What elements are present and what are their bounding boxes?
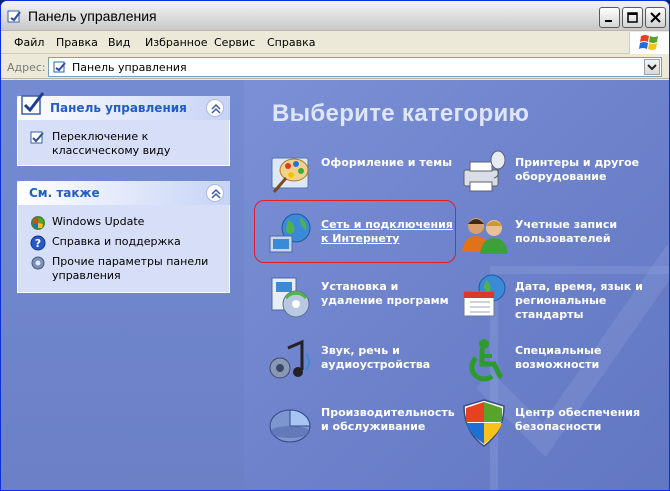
see-also-box-title: См. также <box>29 186 100 200</box>
category-appearance[interactable]: Оформление и темы <box>266 148 466 200</box>
control-panel-icon <box>7 10 21 23</box>
category-sound[interactable]: Звук, речь и аудиоустройства <box>266 336 466 388</box>
category-printers-label: Принтеры и другое оборудование <box>515 156 640 183</box>
menu-view[interactable]: Вид <box>108 36 130 49</box>
address-value: Панель управления <box>72 61 187 74</box>
category-accessibility[interactable]: Специальные возможности <box>460 336 660 388</box>
windows-update-label: Windows Update <box>52 215 145 228</box>
window: Панель управления Файл Правка Вид Избран… <box>0 0 670 491</box>
control-panel-icon <box>21 92 45 115</box>
help-support-link[interactable]: ? Справка и поддержка <box>30 235 219 251</box>
category-sound-label: Звук, речь и аудиоустройства <box>321 344 431 371</box>
chevron-up-icon <box>211 188 221 199</box>
collapse-button[interactable] <box>206 99 224 117</box>
category-printers[interactable]: Принтеры и другое оборудование <box>460 148 660 200</box>
minimize-button[interactable] <box>599 7 620 28</box>
title-bar[interactable]: Панель управления <box>1 1 669 31</box>
address-label: Адрес: <box>7 61 46 74</box>
address-field[interactable]: Панель управления <box>48 57 662 77</box>
windows-flag-icon <box>639 35 658 50</box>
window-title: Панель управления <box>28 8 157 24</box>
performance-icon <box>269 409 311 443</box>
collapse-button[interactable] <box>206 184 224 202</box>
see-also-box: См. также Windows Update ? Справка и под… <box>17 181 230 293</box>
category-security-center-label: Центр обеспечения безопасности <box>515 406 641 433</box>
chevron-up-icon <box>211 103 221 114</box>
windows-update-icon <box>31 216 45 230</box>
menu-favorites[interactable]: Избранное <box>145 36 207 49</box>
appearance-icon <box>271 157 309 193</box>
help-support-label: Справка и поддержка <box>52 235 181 248</box>
category-performance-label: Производительность и обслуживание <box>321 406 455 433</box>
category-accessibility-label: Специальные возможности <box>515 344 602 371</box>
category-appearance-label: Оформление и темы <box>321 156 453 169</box>
address-bar: Адрес: Панель управления <box>1 55 669 79</box>
windows-update-link[interactable]: Windows Update <box>30 215 219 230</box>
category-date-time[interactable]: Дата, время, язык и региональные стандар… <box>460 272 660 324</box>
gear-icon <box>31 256 45 270</box>
control-panel-box-body: Переключение к классическому виду <box>17 120 230 166</box>
accessibility-icon <box>469 339 503 382</box>
category-view: Выберите категорию Оформление и темы Сет… <box>244 80 669 490</box>
sound-icon <box>269 339 310 379</box>
users-icon <box>462 218 508 254</box>
maximize-button[interactable] <box>622 7 643 28</box>
security-shield-icon <box>463 399 505 447</box>
menu-edit[interactable]: Правка <box>56 36 98 49</box>
see-also-box-body: Windows Update ? Справка и поддержка Про… <box>17 205 230 293</box>
close-button[interactable] <box>645 7 666 28</box>
switch-classic-view-label: Переключение к классическому виду <box>52 130 171 157</box>
menu-file[interactable]: Файл <box>14 36 44 49</box>
category-performance[interactable]: Производительность и обслуживание <box>266 398 466 450</box>
address-dropdown-button[interactable] <box>644 59 660 75</box>
category-add-remove-label: Установка и удаление программ <box>321 280 449 307</box>
category-date-time-label: Дата, время, язык и региональные стандар… <box>515 280 643 321</box>
menu-tools[interactable]: Сервис <box>214 36 255 49</box>
task-pane: Панель управления Переключение к классич… <box>1 80 244 490</box>
category-add-remove[interactable]: Установка и удаление программ <box>266 272 466 324</box>
control-panel-icon <box>53 61 66 73</box>
date-time-icon <box>463 274 506 317</box>
category-network[interactable]: Сеть и подключения к Интернету <box>266 210 466 262</box>
minimize-icon <box>605 20 612 22</box>
control-panel-box: Панель управления Переключение к классич… <box>17 92 230 166</box>
other-options-label: Прочие параметры панели управления <box>52 255 209 282</box>
menu-bar: Файл Правка Вид Избранное Сервис Справка <box>1 32 669 54</box>
windows-logo <box>629 32 669 54</box>
add-remove-icon <box>271 277 310 318</box>
maximize-icon <box>627 12 638 23</box>
svg-text:?: ? <box>35 237 41 250</box>
category-users[interactable]: Учетные записи пользователей <box>460 210 660 262</box>
category-security-center[interactable]: Центр обеспечения безопасности <box>460 398 660 450</box>
other-options-link[interactable]: Прочие параметры панели управления <box>30 255 219 283</box>
category-network-label: Сеть и подключения к Интернету <box>321 218 453 245</box>
help-icon: ? <box>30 235 46 251</box>
close-icon <box>650 12 661 23</box>
chevron-down-icon <box>647 64 657 71</box>
control-panel-box-header[interactable]: Панель управления <box>17 92 230 120</box>
menu-help[interactable]: Справка <box>267 36 315 49</box>
see-also-box-header[interactable]: См. также <box>17 181 230 205</box>
printer-icon <box>463 150 506 192</box>
switch-view-icon <box>30 131 44 144</box>
switch-classic-view-link[interactable]: Переключение к классическому виду <box>30 130 219 158</box>
page-title: Выберите категорию <box>272 100 530 127</box>
network-icon <box>269 213 311 256</box>
category-users-label: Учетные записи пользователей <box>515 218 618 245</box>
control-panel-box-title: Панель управления <box>50 101 187 115</box>
